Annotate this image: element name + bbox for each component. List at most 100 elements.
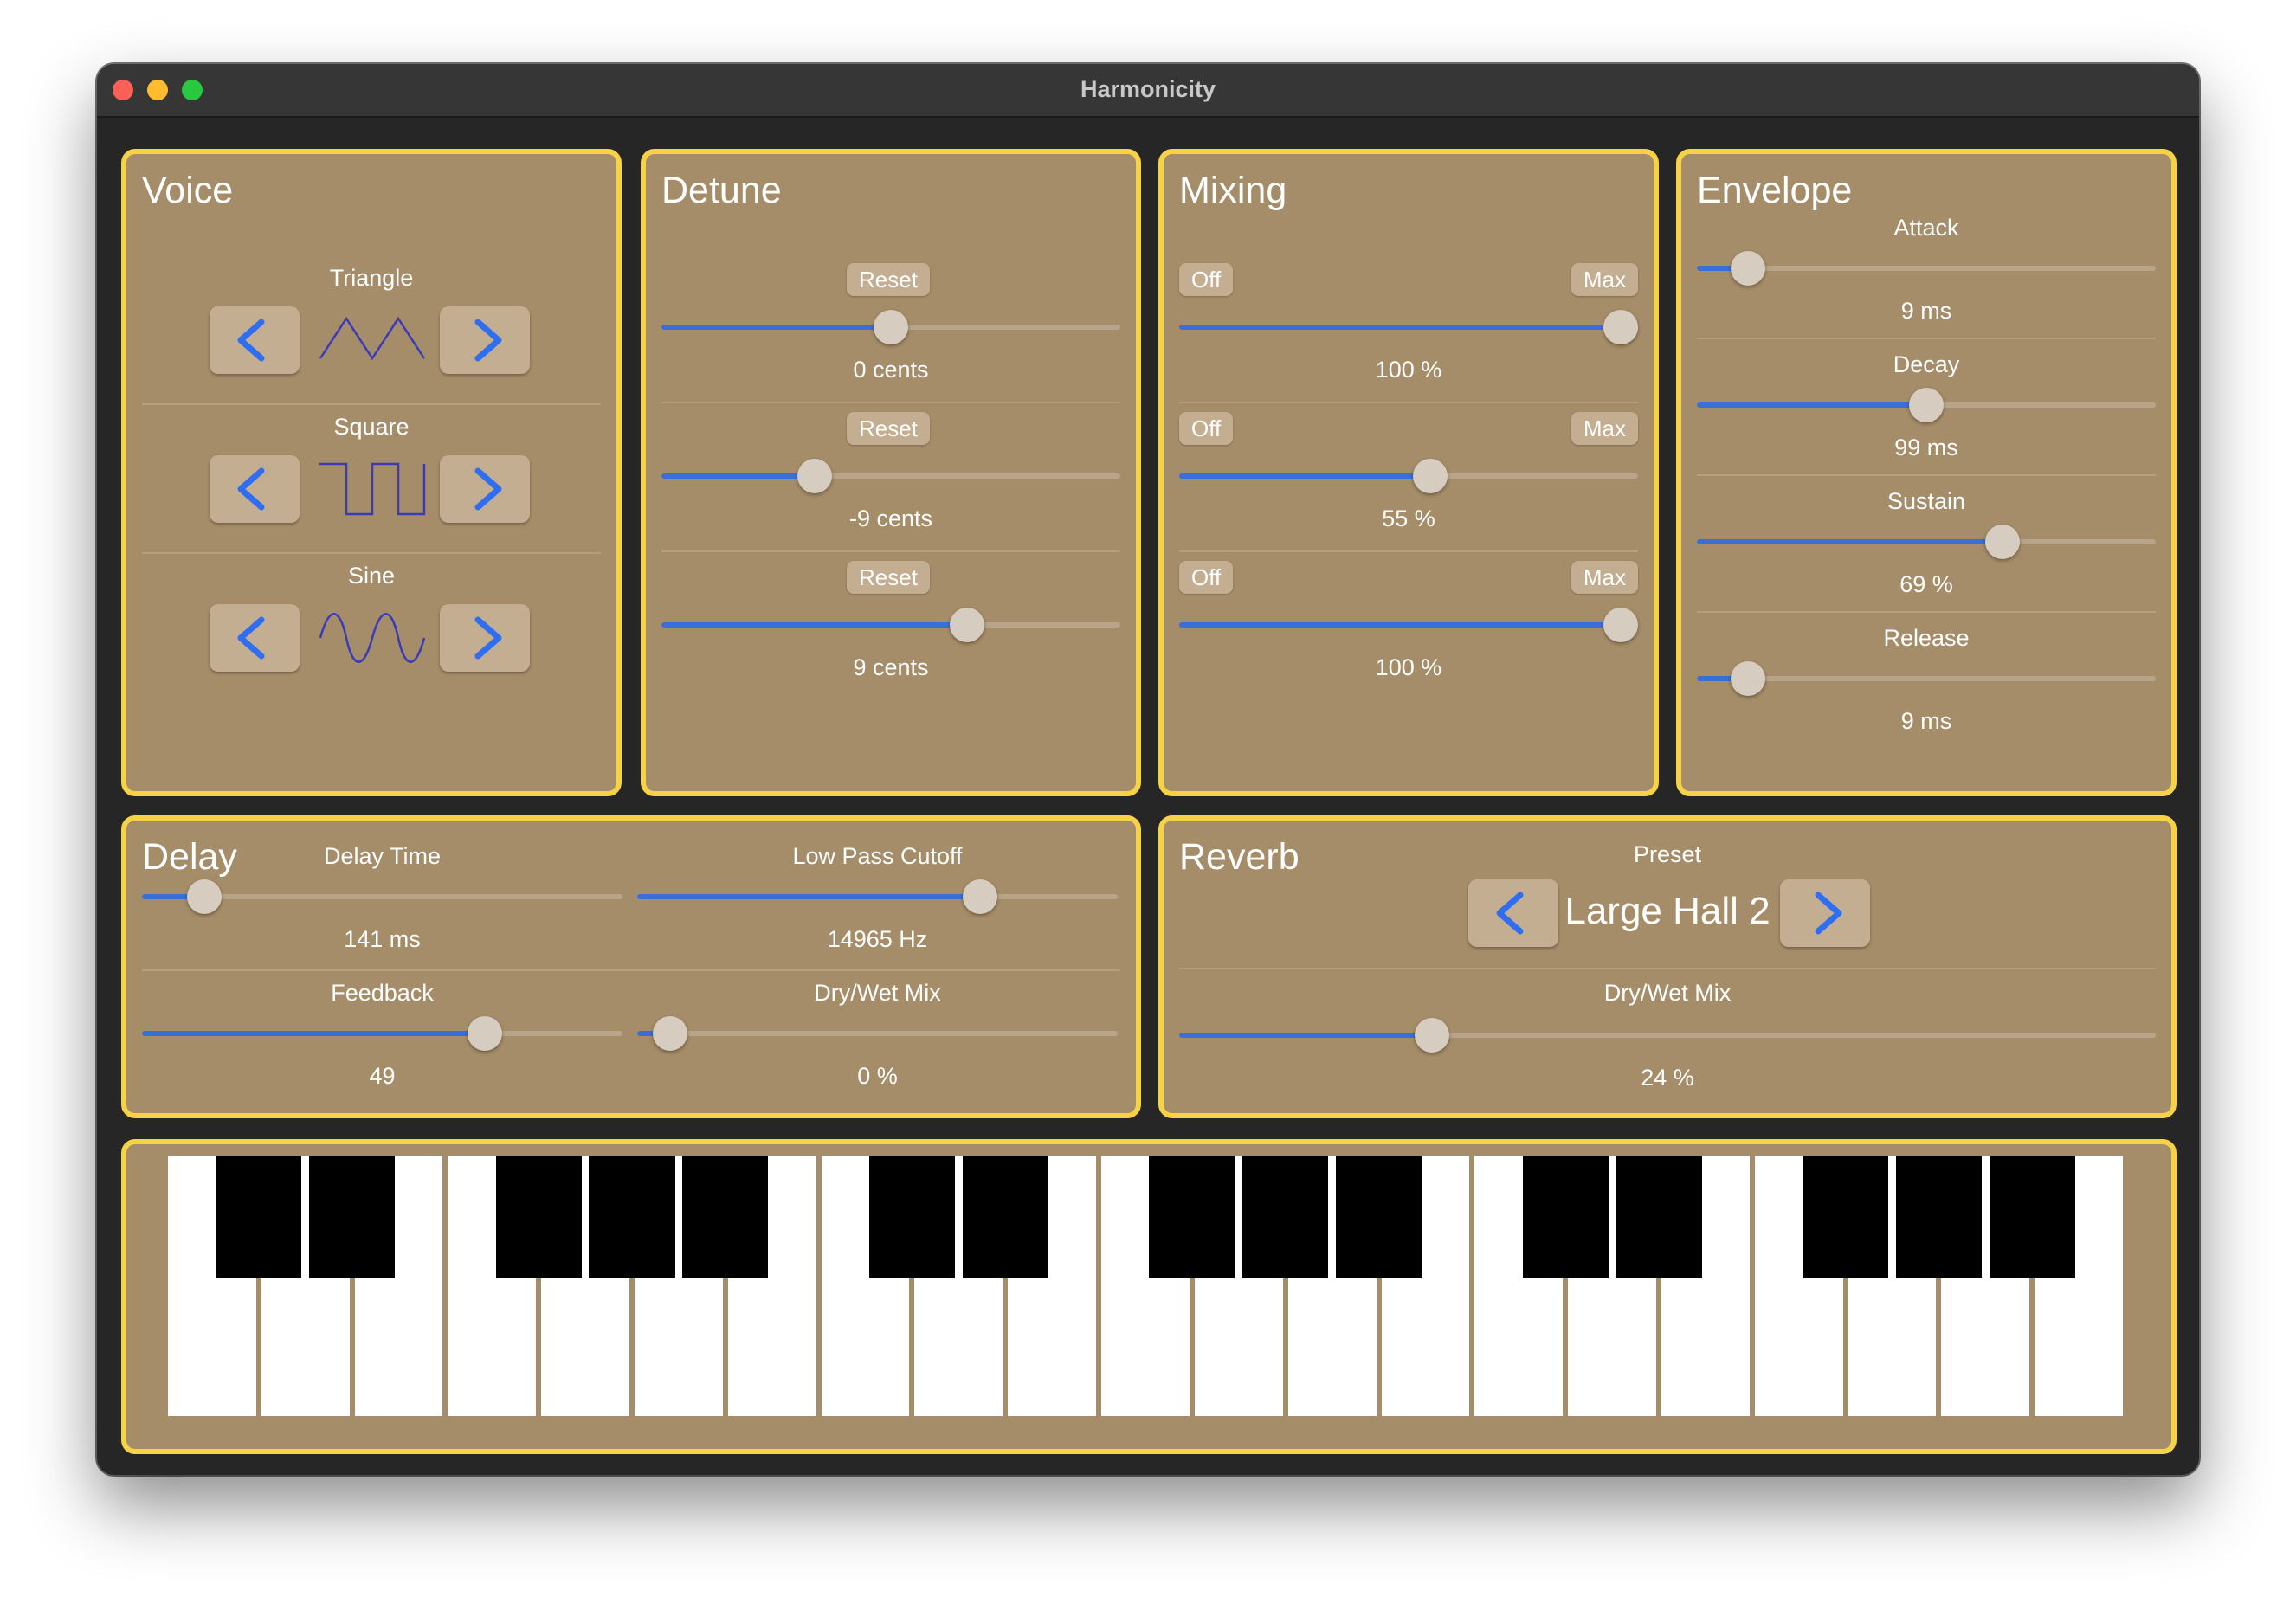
detune-panel: Detune Reset 0 cents Reset -9 cents Rese…	[641, 149, 1141, 796]
slider-thumb[interactable]	[950, 608, 985, 642]
slider-thumb[interactable]	[1412, 459, 1448, 493]
black-key[interactable]	[495, 1156, 582, 1278]
detune-2-slider[interactable]	[661, 457, 1120, 495]
detune-1-slider[interactable]	[661, 308, 1120, 346]
black-key[interactable]	[1802, 1156, 1889, 1278]
sustain-slider[interactable]	[1697, 523, 2156, 561]
slider-thumb[interactable]	[1603, 310, 1638, 344]
slider-fill	[1179, 1033, 1432, 1038]
envelope-title: Envelope	[1697, 170, 1853, 211]
voice-2-next-button[interactable]	[440, 455, 530, 523]
black-key[interactable]	[868, 1156, 956, 1278]
envelope-panel: Envelope Attack 9 ms Decay 99 ms Sustain…	[1676, 149, 2177, 796]
black-key[interactable]	[1895, 1156, 1982, 1278]
chevron-right-icon	[474, 616, 502, 660]
slider-track	[1697, 266, 2156, 271]
square-wave-icon	[319, 462, 426, 516]
low-pass-cutoff-slider[interactable]	[637, 878, 1118, 916]
divider	[1697, 338, 2156, 339]
black-key[interactable]	[309, 1156, 396, 1278]
delay-time-value: 141 ms	[344, 926, 421, 952]
slider-thumb[interactable]	[186, 879, 222, 914]
slider-fill	[1179, 325, 1621, 330]
feedback-slider[interactable]	[142, 1014, 622, 1053]
mixing-1-max-button[interactable]: Max	[1570, 263, 1638, 296]
delay-time-slider[interactable]	[142, 878, 622, 916]
voice-row-label: Sine	[347, 563, 396, 589]
slider-thumb[interactable]	[1985, 525, 2021, 559]
voice-row-label: Triangle	[329, 265, 414, 291]
mixing-2-max-button[interactable]: Max	[1570, 412, 1638, 445]
black-key[interactable]	[962, 1156, 1048, 1278]
mixing-1-value: 100 %	[1375, 357, 1442, 383]
slider-fill	[1697, 539, 2003, 544]
voice-2-prev-button[interactable]	[210, 455, 300, 523]
slider-fill	[1179, 622, 1621, 628]
release-value: 9 ms	[1900, 708, 1952, 734]
keyboard-panel	[121, 1139, 2177, 1454]
black-key[interactable]	[682, 1156, 769, 1278]
slider-thumb[interactable]	[1731, 251, 1766, 286]
slider-track	[1697, 676, 2156, 681]
mixing-3-slider[interactable]	[1179, 606, 1638, 644]
preset-next-button[interactable]	[1780, 879, 1870, 947]
divider	[1697, 474, 2156, 476]
detune-2-reset-button[interactable]: Reset	[847, 412, 930, 445]
black-key[interactable]	[1616, 1156, 1702, 1278]
divider	[661, 402, 1120, 403]
title-bar: Harmonicity	[97, 64, 2199, 118]
detune-2-value: -9 cents	[848, 505, 933, 531]
attack-label: Attack	[1893, 215, 1959, 241]
voice-1-prev-button[interactable]	[210, 306, 300, 374]
divider	[1179, 968, 2156, 969]
app-window: Harmonicity Voice Triangle Square Sine D…	[97, 64, 2199, 1475]
mixing-2-slider[interactable]	[1179, 457, 1638, 495]
slider-thumb[interactable]	[467, 1016, 502, 1051]
chevron-left-icon	[237, 616, 265, 660]
slider-fill	[661, 622, 968, 628]
voice-3-next-button[interactable]	[440, 604, 530, 672]
slider-thumb[interactable]	[1731, 661, 1766, 696]
slider-thumb[interactable]	[1415, 1018, 1449, 1053]
piano-keyboard[interactable]	[168, 1156, 2128, 1416]
voice-3-prev-button[interactable]	[210, 604, 300, 672]
black-key[interactable]	[1522, 1156, 1609, 1278]
detune-3-reset-button[interactable]: Reset	[847, 561, 930, 594]
slider-thumb[interactable]	[1603, 608, 1638, 642]
low-pass-cutoff-value: 14965 Hz	[827, 926, 928, 952]
chevron-right-icon	[474, 467, 502, 511]
slider-thumb[interactable]	[797, 459, 832, 493]
voice-1-next-button[interactable]	[440, 306, 530, 374]
slider-track	[637, 1031, 1118, 1036]
low-pass-cutoff-label: Low Pass Cutoff	[792, 843, 963, 869]
mixing-3-off-button[interactable]: Off	[1179, 561, 1234, 594]
mixing-3-value: 100 %	[1375, 654, 1442, 680]
detune-1-reset-button[interactable]: Reset	[847, 263, 930, 296]
detune-3-slider[interactable]	[661, 606, 1120, 644]
slider-thumb[interactable]	[874, 310, 908, 344]
slider-thumb[interactable]	[653, 1016, 688, 1051]
black-key[interactable]	[1242, 1156, 1329, 1278]
mixing-3-max-button[interactable]: Max	[1570, 561, 1638, 594]
mixing-1-off-button[interactable]: Off	[1179, 263, 1234, 296]
black-key[interactable]	[216, 1156, 302, 1278]
divider	[661, 550, 1120, 552]
chevron-right-icon	[1815, 892, 1842, 935]
black-key[interactable]	[1335, 1156, 1422, 1278]
slider-thumb[interactable]	[1909, 388, 1944, 422]
feedback-label: Feedback	[331, 980, 434, 1006]
mixing-2-off-button[interactable]: Off	[1179, 412, 1234, 445]
decay-slider[interactable]	[1697, 386, 2156, 424]
mixing-panel: Mixing Off Max 100 % Off Max 55 % Off Ma…	[1158, 149, 1659, 796]
black-key[interactable]	[1149, 1156, 1235, 1278]
black-key[interactable]	[1989, 1156, 2075, 1278]
delay-mix-slider[interactable]	[637, 1014, 1118, 1053]
black-key[interactable]	[589, 1156, 675, 1278]
divider	[1179, 402, 1638, 403]
reverb-mix-slider[interactable]	[1179, 1016, 2156, 1054]
attack-slider[interactable]	[1697, 249, 2156, 287]
mixing-2-value: 55 %	[1382, 505, 1435, 531]
mixing-1-slider[interactable]	[1179, 308, 1638, 346]
slider-thumb[interactable]	[962, 879, 997, 914]
release-slider[interactable]	[1697, 660, 2156, 698]
